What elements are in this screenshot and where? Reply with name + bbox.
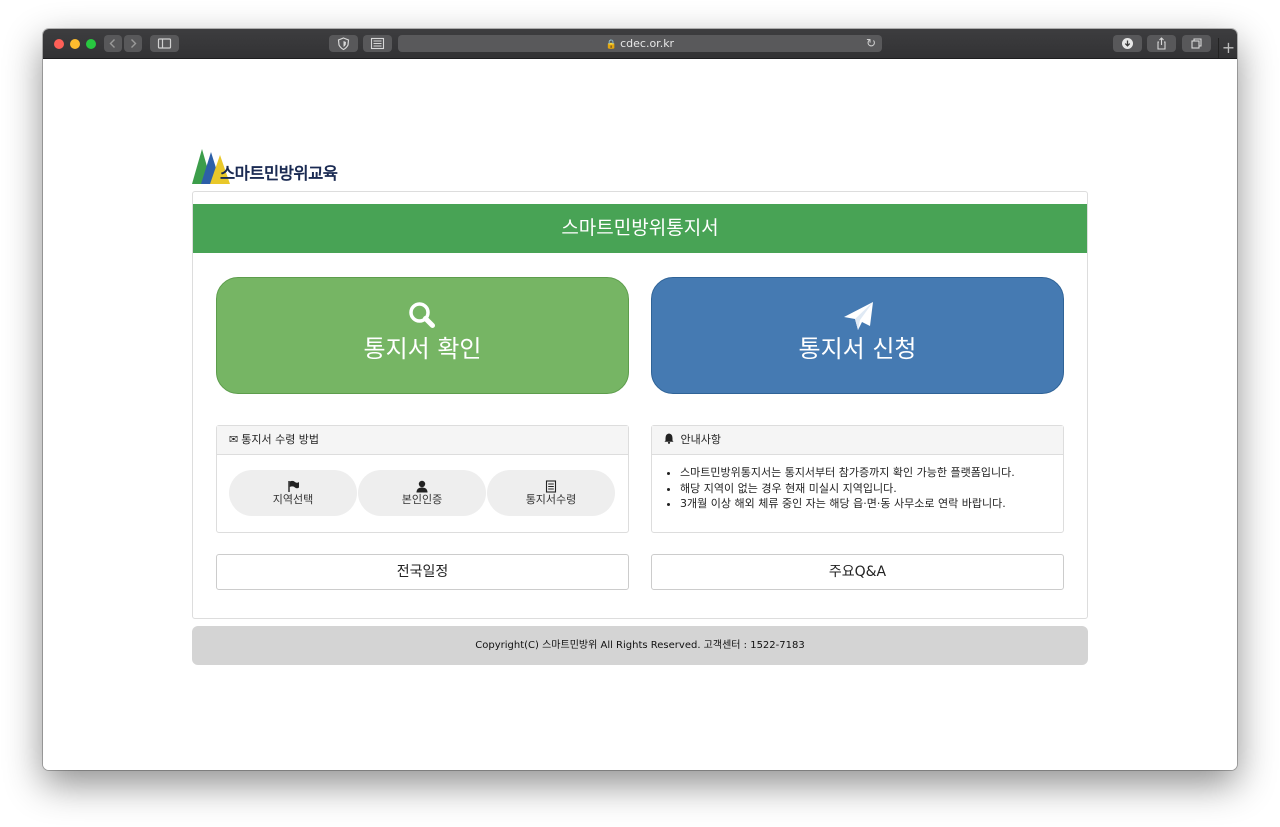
main-panel: 스마트민방위통지서 통지서 확인 통지서 신청 ✉ 통지서 수령 방법 지역선택… [192,191,1088,619]
browser-toolbar: 🔒 cdec.or.kr ↻ + [43,29,1237,59]
apply-notice-button[interactable]: 통지서 신청 [651,277,1064,394]
privacy-report-button[interactable] [329,35,358,52]
bell-icon [664,433,678,446]
receive-methods-title: 통지서 수령 방법 [241,433,320,446]
step-receive-notice-button[interactable]: 통지서수령 [487,470,615,516]
notices-box: 안내사항 스마트민방위통지서는 통지서부터 참가증까지 확인 가능한 플랫폼입니… [651,425,1064,533]
step-identity-verify-button[interactable]: 본인인증 [358,470,486,516]
new-tab-button[interactable]: + [1218,38,1237,58]
address-bar[interactable]: 🔒 cdec.or.kr ↻ [398,35,882,52]
page-content: 스마트민방위교육 스마트민방위통지서 통지서 확인 통지서 신청 ✉ 통지서 수… [43,59,1237,770]
shield-icon [337,37,350,51]
plus-icon: + [1221,38,1236,57]
sidebar-toggle-button[interactable] [150,35,179,52]
lock-icon: 🔒 [605,40,618,50]
faq-button[interactable]: 주요Q&A [651,554,1064,590]
reader-view-button[interactable] [363,35,392,52]
share-button[interactable] [1147,35,1176,52]
tab-overview-button[interactable] [1182,35,1211,52]
url-text: cdec.or.kr [620,37,675,50]
document-icon [487,478,615,493]
envelope-icon: ✉ [229,433,239,446]
site-logo[interactable]: 스마트민방위교육 [192,148,362,184]
forward-button[interactable] [124,35,142,52]
step-region-select-button[interactable]: 지역선택 [229,470,357,516]
downloads-button[interactable] [1113,35,1142,52]
chevron-left-icon [109,39,115,48]
notice-item: 스마트민방위통지서는 통지서부터 참가증까지 확인 가능한 플랫폼입니다. [680,465,1063,481]
apply-notice-label: 통지서 신청 [798,335,917,363]
copyright-text: Copyright(C) 스마트민방위 All Rights Reserved.… [475,640,805,651]
notices-list: 스마트민방위통지서는 통지서부터 참가증까지 확인 가능한 플랫폼입니다. 해당… [652,455,1063,512]
national-schedule-button[interactable]: 전국일정 [216,554,629,590]
share-icon [1157,37,1166,50]
download-icon [1122,38,1133,49]
notices-heading: 안내사항 [652,426,1063,455]
receive-methods-heading: ✉ 통지서 수령 방법 [217,426,628,455]
reload-icon[interactable]: ↻ [866,35,876,52]
notice-item: 3개월 이상 해외 체류 중인 자는 해당 읍·면·동 사무소로 연락 바랍니다… [680,496,1063,512]
step-label: 지역선택 [272,493,314,506]
user-icon [358,478,486,493]
tabs-icon [1191,38,1202,49]
chevron-right-icon [131,39,137,48]
browser-window: 🔒 cdec.or.kr ↻ + 스마트민방위교육 스마트민방위통지서 통지서 … [43,29,1237,770]
reader-icon [370,37,385,50]
zoom-window-button[interactable] [86,39,96,49]
back-button[interactable] [104,35,122,52]
receive-methods-box: ✉ 통지서 수령 방법 지역선택 본인인증 통지서수령 [216,425,629,533]
notice-item: 해당 지역이 없는 경우 현재 미실시 지역입니다. [680,481,1063,497]
check-notice-label: 통지서 확인 [363,335,482,363]
step-label: 통지서수령 [525,493,577,506]
step-label: 본인인증 [401,493,443,506]
panel-title: 스마트민방위통지서 [193,204,1087,253]
close-window-button[interactable] [54,39,64,49]
check-notice-button[interactable]: 통지서 확인 [216,277,629,394]
search-icon [217,300,628,332]
logo-text: 스마트민방위교육 [220,164,338,183]
paper-plane-icon [652,300,1063,332]
footer: Copyright(C) 스마트민방위 All Rights Reserved.… [192,626,1088,665]
minimize-window-button[interactable] [70,39,80,49]
sidebar-icon [157,38,172,49]
notices-title: 안내사항 [680,433,721,446]
flag-icon [229,478,357,492]
